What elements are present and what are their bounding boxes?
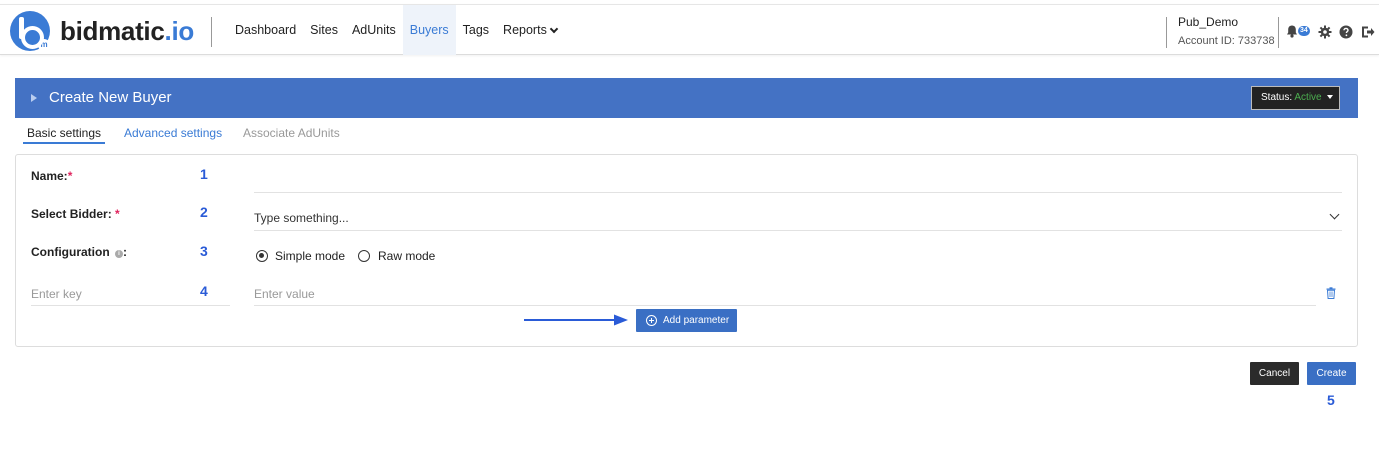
required-mark: * xyxy=(115,207,120,221)
nav-reports[interactable]: Reports xyxy=(496,5,564,55)
status-dropdown[interactable]: Status: Active xyxy=(1251,86,1340,110)
nav-buyers[interactable]: Buyers xyxy=(402,5,456,55)
logo-wordmark-suffix: .io xyxy=(164,15,195,46)
configuration-colon: : xyxy=(123,245,127,259)
key-input-underline xyxy=(31,305,230,306)
name-label-text: Name: xyxy=(31,169,68,183)
bidder-select[interactable]: Type something... xyxy=(254,211,349,225)
collapse-triangle-icon[interactable] xyxy=(31,94,37,102)
nav-divider xyxy=(211,17,212,47)
create-buyer-header: Create New Buyer Status: Active xyxy=(15,78,1358,118)
raw-mode-radio[interactable] xyxy=(358,250,370,262)
annotation-number-1: 1 xyxy=(200,166,208,182)
account-name[interactable]: Pub_Demo xyxy=(1178,15,1238,29)
caret-down-icon xyxy=(1327,95,1334,99)
arrow-right-icon xyxy=(524,314,628,326)
tab-advanced-settings[interactable]: Advanced settings xyxy=(124,126,222,140)
plus-circle-icon xyxy=(646,315,657,326)
simple-mode-radio[interactable] xyxy=(256,250,268,262)
account-divider-right xyxy=(1278,17,1279,48)
annotation-number-2: 2 xyxy=(200,204,208,220)
logo-wordmark: bidmatic.io xyxy=(60,16,194,47)
annotation-number-5: 5 xyxy=(1327,392,1335,408)
logo-mark-icon: m xyxy=(10,11,50,51)
nav-adunits[interactable]: AdUnits xyxy=(345,5,403,55)
trash-icon[interactable] xyxy=(1326,287,1336,299)
annotation-number-3: 3 xyxy=(200,243,208,259)
required-mark: * xyxy=(67,169,73,183)
configuration-label-text: Configuration xyxy=(31,245,110,259)
bidder-select-underline xyxy=(254,230,1342,231)
cancel-button[interactable]: Cancel xyxy=(1250,362,1299,385)
value-input[interactable]: Enter value xyxy=(254,287,315,301)
chevron-down-icon xyxy=(549,24,559,34)
help-icon[interactable] xyxy=(1339,25,1353,39)
bidder-label: Select Bidder: * xyxy=(31,207,120,221)
annotation-number-4: 4 xyxy=(200,283,208,299)
name-label: Name:* xyxy=(31,169,72,183)
nav-dashboard[interactable]: Dashboard xyxy=(228,5,303,55)
account-id: Account ID: 733738 xyxy=(1178,35,1275,47)
bidder-label-text: Select Bidder: xyxy=(31,207,112,221)
top-navbar: m bidmatic.io Dashboard Sites AdUnits Bu… xyxy=(0,4,1379,55)
create-button[interactable]: Create xyxy=(1307,362,1356,385)
notification-count-badge: 34 xyxy=(1298,26,1310,36)
tab-basic-settings[interactable]: Basic settings xyxy=(23,126,106,144)
bell-icon[interactable] xyxy=(1286,25,1298,38)
account-divider xyxy=(1166,17,1167,48)
logo-wordmark-main: bidmatic xyxy=(60,15,165,46)
logout-icon[interactable] xyxy=(1361,25,1375,39)
configuration-label: Configuration i: xyxy=(31,245,127,259)
nav-sites[interactable]: Sites xyxy=(303,5,345,55)
value-input-underline xyxy=(254,305,1316,306)
status-value: Active xyxy=(1294,92,1322,103)
info-icon[interactable]: i xyxy=(115,250,123,258)
simple-mode-label[interactable]: Simple mode xyxy=(275,249,345,263)
nav-reports-label: Reports xyxy=(503,23,547,37)
key-input[interactable]: Enter key xyxy=(31,287,82,301)
tab-associate-adunits[interactable]: Associate AdUnits xyxy=(243,126,340,140)
add-parameter-button[interactable]: Add parameter xyxy=(636,309,737,332)
page-title: Create New Buyer xyxy=(49,89,172,106)
add-parameter-label: Add parameter xyxy=(663,315,730,326)
status-label: Status: xyxy=(1261,92,1293,103)
name-input[interactable] xyxy=(254,192,1342,193)
main-nav: Dashboard Sites AdUnits Buyers Tags Repo… xyxy=(228,5,564,55)
gear-icon[interactable] xyxy=(1318,25,1332,39)
nav-tags[interactable]: Tags xyxy=(456,5,496,55)
brand-logo[interactable]: m bidmatic.io xyxy=(10,10,194,52)
raw-mode-label[interactable]: Raw mode xyxy=(378,249,435,263)
logo-mark-letter: m xyxy=(38,39,50,51)
